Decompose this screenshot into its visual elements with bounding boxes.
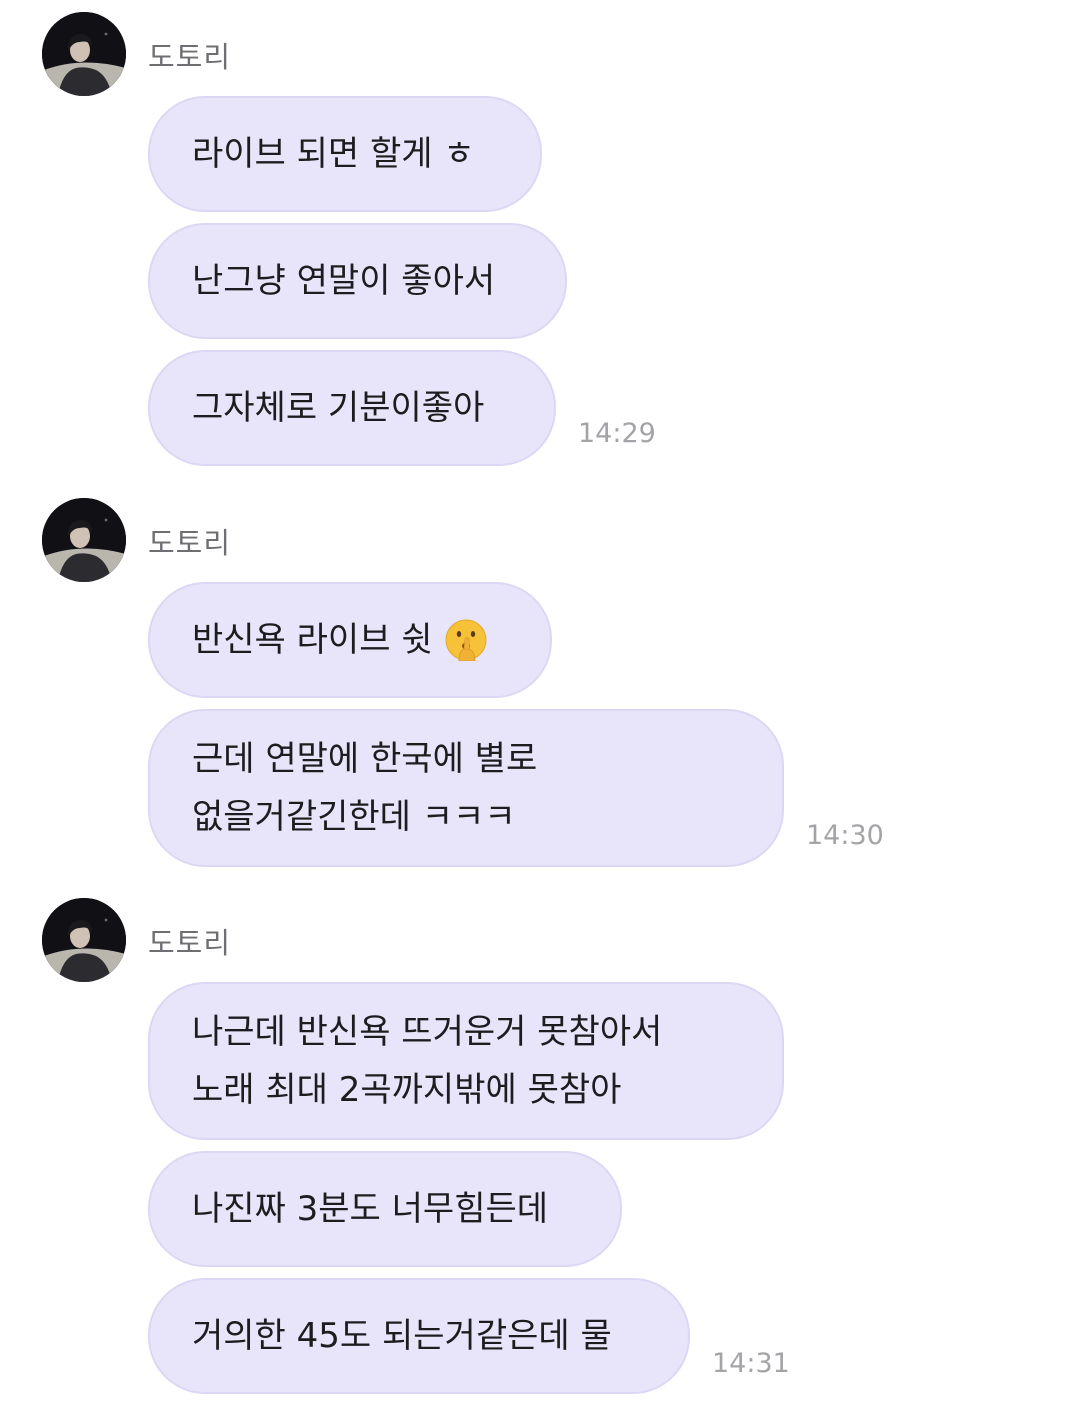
message-timestamp: 14:31 bbox=[712, 1348, 790, 1379]
message-text: 거의한 45도 되는거같은데 물 bbox=[192, 1316, 612, 1356]
message-text: 반신욕 라이브 쉿 bbox=[192, 620, 433, 660]
message-bubble[interactable]: 근데 연말에 한국에 별로 없을거같긴한데 ㅋㅋㅋ bbox=[148, 709, 784, 867]
message-bubble[interactable]: 거의한 45도 되는거같은데 물 bbox=[148, 1278, 690, 1394]
message-timestamp: 14:30 bbox=[806, 820, 884, 851]
message-text: 라이브 되면 할게 ㅎ bbox=[192, 134, 475, 174]
sender-name: 도토리 bbox=[148, 40, 232, 74]
avatar-photo-icon bbox=[42, 12, 126, 96]
message-group-2: 도토리 반신욕 라이브 쉿 근데 연말에 한국에 별로 없을거같긴한데 ㅋㅋㅋ … bbox=[0, 498, 1080, 870]
sender-name: 도토리 bbox=[148, 926, 232, 960]
avatar-photo-icon bbox=[42, 498, 126, 582]
shushing-face-emoji-icon bbox=[445, 619, 487, 661]
sender-avatar[interactable] bbox=[42, 898, 126, 982]
message-timestamp: 14:29 bbox=[578, 418, 656, 449]
message-text: 나진짜 3분도 너무힘든데 bbox=[192, 1189, 549, 1229]
message-bubble[interactable]: 난그냥 연말이 좋아서 bbox=[148, 223, 567, 339]
message-group-1: 도토리 라이브 되면 할게 ㅎ 난그냥 연말이 좋아서 그자체로 기분이좋아 1… bbox=[0, 12, 1080, 472]
message-bubble[interactable]: 그자체로 기분이좋아 bbox=[148, 350, 556, 466]
sender-avatar[interactable] bbox=[42, 12, 126, 96]
message-text: 나근데 반신욕 뜨거운거 못참아서 노래 최대 2곡까지밖에 못참아 bbox=[192, 1012, 663, 1110]
message-bubble[interactable]: 나진짜 3분도 너무힘든데 bbox=[148, 1151, 622, 1267]
message-bubble[interactable]: 라이브 되면 할게 ㅎ bbox=[148, 96, 542, 212]
avatar-photo-icon bbox=[42, 898, 126, 982]
message-text: 난그냥 연말이 좋아서 bbox=[192, 261, 496, 301]
sender-name: 도토리 bbox=[148, 526, 232, 560]
message-bubble[interactable]: 반신욕 라이브 쉿 bbox=[148, 582, 552, 698]
sender-avatar[interactable] bbox=[42, 498, 126, 582]
message-text: 근데 연말에 한국에 별로 없을거같긴한데 ㅋㅋㅋ bbox=[192, 739, 538, 837]
message-group-3: 도토리 나근데 반신욕 뜨거운거 못참아서 노래 최대 2곡까지밖에 못참아 나… bbox=[0, 898, 1080, 1398]
message-text: 그자체로 기분이좋아 bbox=[192, 388, 485, 428]
message-bubble[interactable]: 나근데 반신욕 뜨거운거 못참아서 노래 최대 2곡까지밖에 못참아 bbox=[148, 982, 784, 1140]
